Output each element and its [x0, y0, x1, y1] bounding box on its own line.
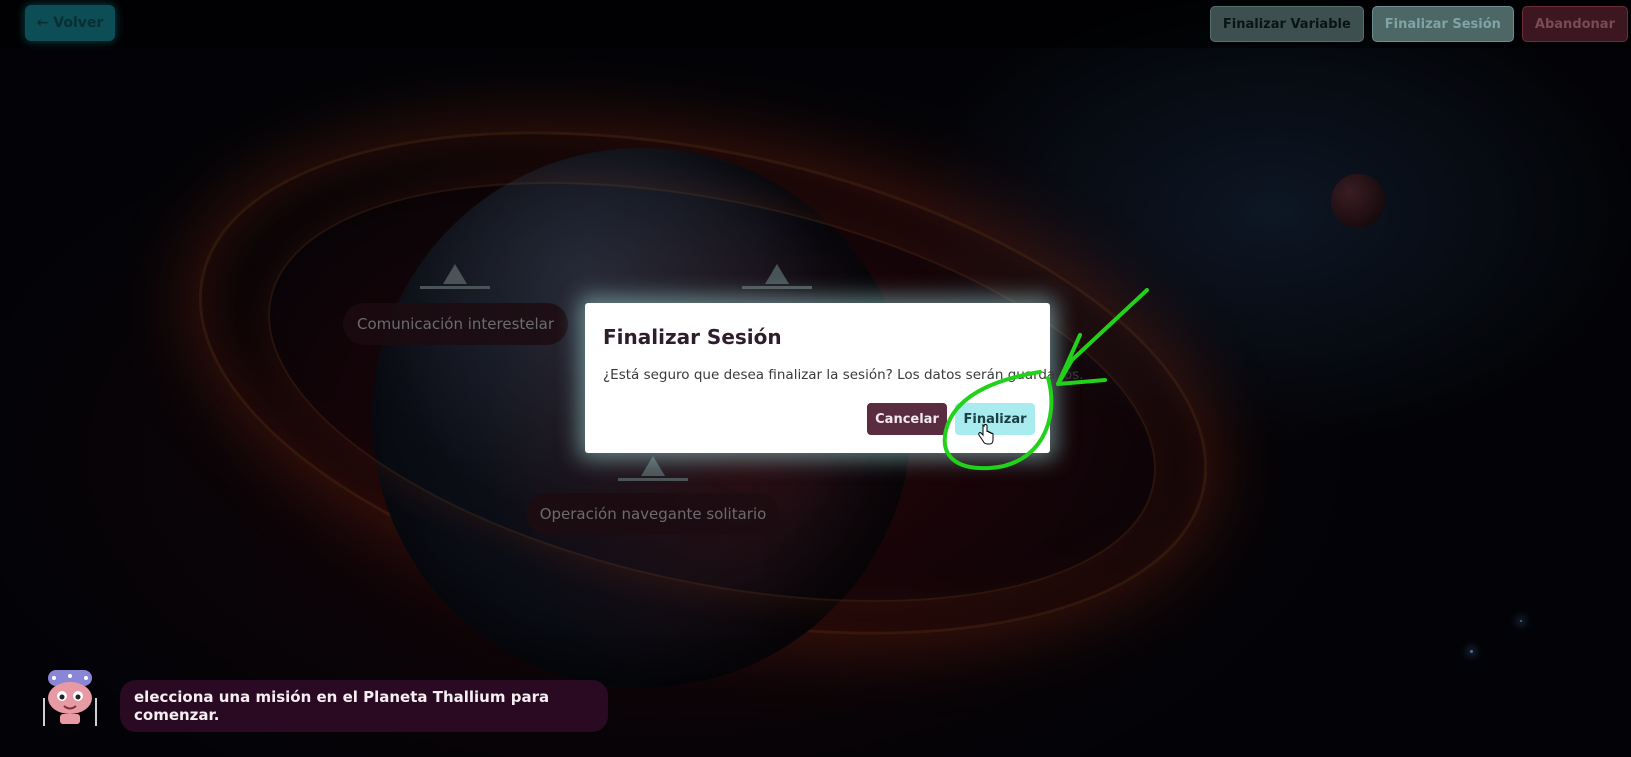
assistant-message: elecciona una misión en el Planeta Thall… — [134, 688, 550, 724]
confirm-finish-button[interactable]: Finalizar — [955, 403, 1035, 435]
top-actions: Finalizar Variable Finalizar Sesión Aban… — [1209, 6, 1628, 42]
mission-marker-icon — [742, 264, 812, 289]
mission-label: Operación navegante solitario — [539, 505, 767, 523]
mission-solo-navigator[interactable]: Operación navegante solitario — [526, 493, 780, 535]
dialog-message: ¿Está seguro que desea finalizar la sesi… — [603, 367, 1084, 383]
mission-marker-icon — [618, 456, 688, 481]
mission-label: Comunicación interestelar — [356, 315, 555, 333]
top-bar: ← Volver Finalizar Variable Finalizar Se… — [0, 0, 1631, 48]
dialog-title: Finalizar Sesión — [603, 325, 782, 349]
mission-communication[interactable]: Comunicación interestelar — [343, 303, 568, 345]
finish-session-button[interactable]: Finalizar Sesión — [1371, 6, 1514, 42]
mission-marker-icon — [420, 264, 490, 289]
back-button[interactable]: ← Volver — [25, 5, 115, 41]
abandon-button[interactable]: Abandonar — [1521, 6, 1628, 42]
assistant-message-bubble: elecciona una misión en el Planeta Thall… — [120, 680, 608, 732]
finish-variable-button[interactable]: Finalizar Variable — [1209, 6, 1364, 42]
back-button-label: ← Volver — [36, 15, 104, 31]
hand-cursor-icon — [978, 423, 994, 445]
cancel-button[interactable]: Cancelar — [867, 403, 947, 435]
robot-mascot-icon — [43, 670, 97, 726]
